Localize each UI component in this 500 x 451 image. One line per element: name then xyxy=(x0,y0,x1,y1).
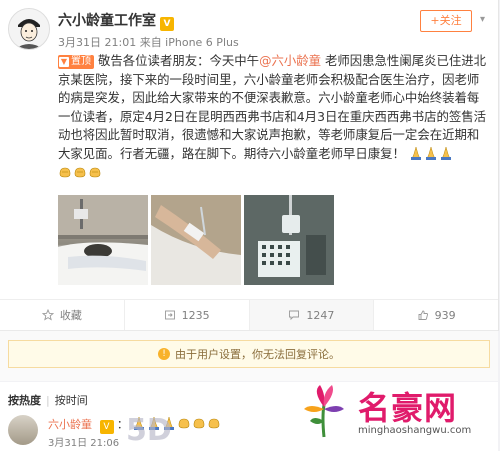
like-button[interactable]: 939 xyxy=(374,300,498,330)
fist-emoji-icon xyxy=(178,418,189,429)
thumbs-up-icon xyxy=(418,310,428,320)
pray-emoji-icon xyxy=(410,146,421,160)
pinned-tag: ▼ 置顶 xyxy=(58,55,94,69)
post-text-main: 老师因患急性阑尾炎已住进北京某医院，接下来的一段时间里，六小龄童老师会积极配合医… xyxy=(58,53,487,161)
pin-icon: ▼ xyxy=(59,57,69,67)
like-count: 939 xyxy=(434,308,456,322)
favorite-label: 收藏 xyxy=(59,309,82,322)
weibo-post-card: 六小龄童工作室 V 3月31日 21:01 来自 iPhone 6 Plus +关… xyxy=(0,0,499,331)
warning-icon: ! xyxy=(158,348,170,360)
photo-iv-drip[interactable] xyxy=(244,195,334,285)
verified-badge-icon: V xyxy=(160,17,174,31)
fist-emoji-icon xyxy=(74,167,86,177)
pray-emoji-icon xyxy=(133,416,144,430)
star-icon xyxy=(41,309,54,321)
emoji-group-inline xyxy=(409,146,454,161)
post-username-text[interactable]: 六小龄童工作室 xyxy=(58,13,156,29)
fist-emoji-icon xyxy=(193,418,204,429)
chevron-down-icon[interactable]: ▾ xyxy=(480,14,490,25)
repost-icon xyxy=(164,310,175,320)
notice-text: 由于用户设置，你无法回复评论。 xyxy=(175,348,340,361)
sort-by-hot-tab[interactable]: 按热度 xyxy=(8,394,41,407)
comment-emoji-group xyxy=(132,416,222,431)
repost-count: 1235 xyxy=(181,308,210,322)
user-avatar[interactable] xyxy=(8,8,50,50)
post-username[interactable]: 六小龄童工作室 V xyxy=(58,10,174,31)
sort-divider: | xyxy=(46,394,50,407)
comment-separator: ： xyxy=(117,418,128,431)
post-meta: 3月31日 21:01 来自 iPhone 6 Plus xyxy=(58,36,239,49)
post-text-lead: 敬告各位读者朋友：今天中午 xyxy=(98,53,260,68)
photo-wristband[interactable] xyxy=(151,195,241,285)
reply-disabled-notice: ! 由于用户设置，你无法回复评论。 xyxy=(8,340,490,368)
pray-emoji-icon xyxy=(440,146,451,160)
fist-emoji-icon xyxy=(208,418,219,429)
comment-header: 六小龄童 V ： xyxy=(48,416,222,434)
pray-emoji-icon xyxy=(163,416,174,430)
comment-sort-bar: 按热度 | 按时间 xyxy=(8,392,88,408)
comment-avatar[interactable] xyxy=(8,415,38,445)
fist-emoji-icon xyxy=(59,167,71,177)
fist-emoji-icon xyxy=(89,167,101,177)
favorite-button[interactable]: 收藏 xyxy=(0,300,125,330)
verified-badge-icon: V xyxy=(99,420,114,434)
comment-time: 3月31日 21:06 xyxy=(48,438,120,449)
pinned-label: 置顶 xyxy=(71,56,91,67)
follow-button[interactable]: +关注 xyxy=(420,10,472,32)
comment-icon xyxy=(289,310,300,321)
comments-section: 按热度 | 按时间 六小龄童 V ： 3月31日 21:06 xyxy=(0,382,498,451)
emoji-group-row xyxy=(58,164,488,183)
mention-link[interactable]: @六小龄童 xyxy=(259,53,321,68)
photo-hospital-bed[interactable] xyxy=(58,195,148,285)
sort-by-time-tab[interactable]: 按时间 xyxy=(55,394,88,407)
reply-notice-area: ! 由于用户设置，你无法回复评论。 xyxy=(0,330,498,381)
comment-count: 1247 xyxy=(306,308,335,322)
comment-username[interactable]: 六小龄童 xyxy=(48,418,92,431)
comment-button[interactable]: 1247 xyxy=(249,300,375,330)
post-body: ▼ 置顶 敬告各位读者朋友：今天中午@六小龄童 老师因患急性阑尾炎已住进北京某医院，… xyxy=(58,52,488,182)
pray-emoji-icon xyxy=(425,146,436,160)
repost-button[interactable]: 1235 xyxy=(125,300,250,330)
action-bar: 收藏 1235 1247 939 xyxy=(0,299,498,330)
photo-grid xyxy=(58,195,334,285)
pray-emoji-icon xyxy=(148,416,159,430)
